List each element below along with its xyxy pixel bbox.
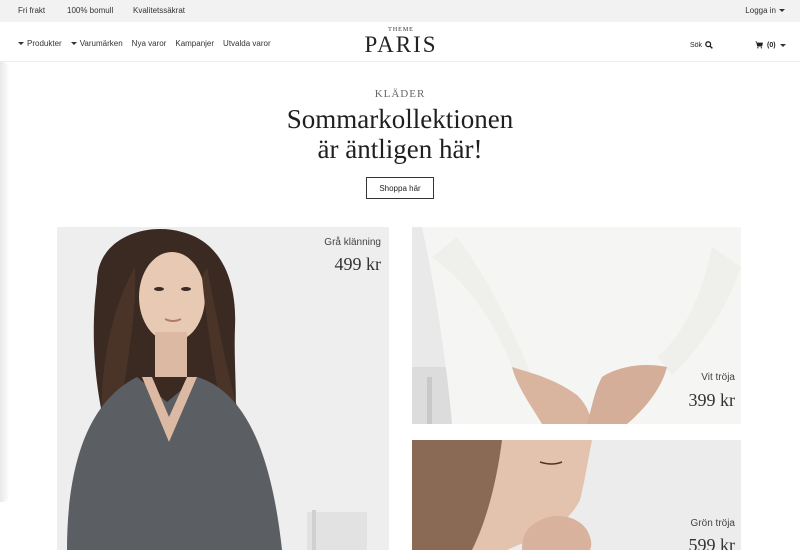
product-name: Vit tröja	[701, 372, 735, 383]
product-name: Grön tröja	[690, 518, 735, 529]
nav-item-label: Utvalda varor	[223, 39, 271, 48]
hero-title: Sommarkollektionen är äntligen här!	[200, 104, 600, 164]
search-button[interactable]: Sök	[690, 41, 713, 49]
logo-main-text: PARIS	[364, 32, 438, 57]
chevron-down-icon	[779, 9, 785, 12]
chevron-down-icon	[18, 42, 24, 45]
nav-item-label: Varumärken	[79, 39, 123, 48]
hero-title-line1: Sommarkollektionen	[286, 104, 514, 134]
nav-item-label: Produkter	[27, 39, 62, 48]
main-nav: Produkter Varumärken Nya varor Kampanjer…	[18, 39, 271, 48]
login-label: Logga in	[745, 6, 776, 15]
usp-cotton: 100% bomull	[67, 6, 114, 15]
nav-item-produkter[interactable]: Produkter	[18, 39, 62, 48]
nav-item-varumarken[interactable]: Varumärken	[70, 39, 123, 48]
product-price: 499 kr	[334, 254, 382, 274]
search-label: Sök	[690, 41, 703, 49]
cart-icon	[755, 41, 763, 49]
product-image-green-sweater	[412, 440, 741, 550]
nav-item-nya-varor[interactable]: Nya varor	[132, 39, 167, 48]
chevron-down-icon	[779, 43, 786, 47]
product-price: 599 kr	[688, 535, 736, 550]
cart-button[interactable]: (0)	[755, 41, 786, 49]
top-info-bar: Fri frakt 100% bomull Kvalitetssäkrat Lo…	[0, 0, 800, 22]
product-price: 399 kr	[688, 390, 736, 410]
product-card-gray-dress[interactable]: Grå klänning 499 kr	[57, 227, 389, 550]
site-logo[interactable]: THEME PARIS	[360, 27, 442, 56]
nav-item-kampanjer[interactable]: Kampanjer	[175, 39, 214, 48]
nav-item-label: Nya varor	[131, 39, 167, 48]
usp-quality: Kvalitetssäkrat	[133, 6, 186, 15]
hero-title-line2: är äntligen här!	[317, 134, 483, 164]
cart-count: (0)	[767, 41, 776, 49]
site-header: Produkter Varumärken Nya varor Kampanjer…	[0, 22, 800, 62]
nav-item-label: Kampanjer	[175, 39, 215, 48]
product-card-green-sweater[interactable]: Grön tröja 599 kr	[412, 440, 741, 550]
usp-free-shipping: Fri frakt	[18, 6, 46, 15]
shop-now-button[interactable]: Shoppa här	[366, 177, 434, 199]
search-icon	[705, 41, 713, 49]
left-edge-shadow	[0, 62, 10, 502]
nav-item-utvalda-varor[interactable]: Utvalda varor	[223, 39, 271, 48]
login-link[interactable]: Logga in	[745, 6, 785, 15]
hero-kicker: KLÄDER	[374, 88, 426, 100]
product-name: Grå klänning	[324, 237, 381, 248]
chevron-down-icon	[70, 42, 77, 45]
product-card-white-sweater[interactable]: Vit tröja 399 kr	[412, 227, 741, 424]
product-image-gray-dress	[57, 227, 389, 550]
